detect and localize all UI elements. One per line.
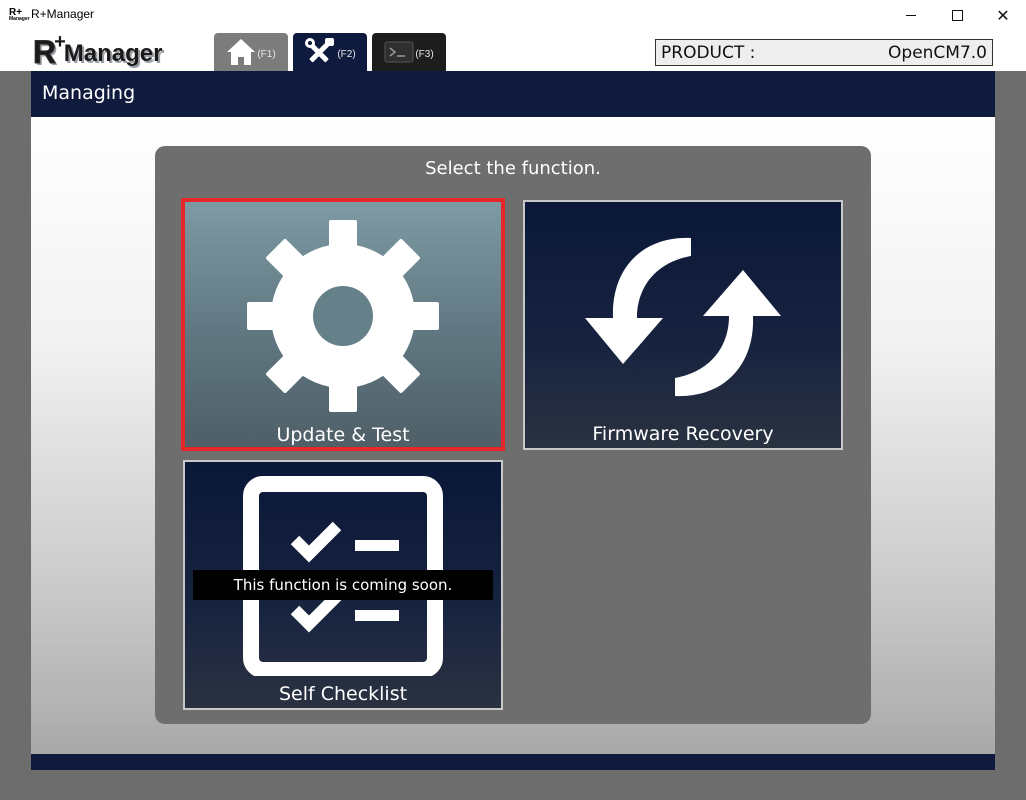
section-header: Managing — [31, 71, 995, 117]
maximize-button[interactable] — [934, 0, 980, 31]
tab-terminal-key: (F3) — [415, 48, 434, 60]
bottom-bar — [31, 754, 995, 770]
logo-word: Manager — [63, 40, 163, 67]
minimize-button[interactable] — [888, 0, 934, 31]
terminal-icon — [384, 41, 414, 63]
refresh-arrows-icon — [585, 237, 781, 397]
update-test-card[interactable]: Update & Test — [181, 198, 505, 451]
home-icon — [227, 39, 256, 65]
tab-managing-key: (F2) — [337, 48, 356, 60]
firmware-recovery-label: Firmware Recovery — [592, 423, 774, 445]
firmware-recovery-card[interactable]: Firmware Recovery — [523, 200, 843, 450]
section-title: Managing — [42, 82, 136, 104]
update-test-label: Update & Test — [276, 424, 410, 446]
close-icon: ✕ — [996, 5, 1010, 25]
window-title: R+Manager — [31, 7, 95, 21]
window-titlebar: R+ Manager R+Manager ✕ — [0, 0, 1026, 31]
self-checklist-label: Self Checklist — [278, 683, 408, 705]
tools-icon — [305, 38, 335, 63]
tab-terminal[interactable]: (F3) — [372, 33, 446, 71]
maximize-icon — [951, 10, 963, 21]
app-logo: R + Manager — [32, 32, 163, 70]
product-label: PRODUCT : — [661, 43, 756, 63]
close-button[interactable]: ✕ — [980, 0, 1026, 31]
tab-home-key: (F1) — [257, 48, 276, 60]
tab-managing[interactable]: (F2) — [293, 33, 367, 71]
app-icon-subtext: Manager — [9, 16, 30, 22]
gear-icon — [247, 220, 439, 412]
tab-home[interactable]: (F1) — [214, 33, 288, 71]
product-value: OpenCM7.0 — [888, 43, 987, 63]
app-icon: R+ Manager — [9, 8, 30, 24]
logo-r: R — [32, 34, 57, 70]
product-display: PRODUCT : OpenCM7.0 — [655, 39, 993, 66]
minimize-icon — [906, 15, 916, 16]
panel-title: Select the function. — [425, 158, 601, 179]
coming-soon-tooltip: This function is coming soon. — [193, 570, 493, 600]
